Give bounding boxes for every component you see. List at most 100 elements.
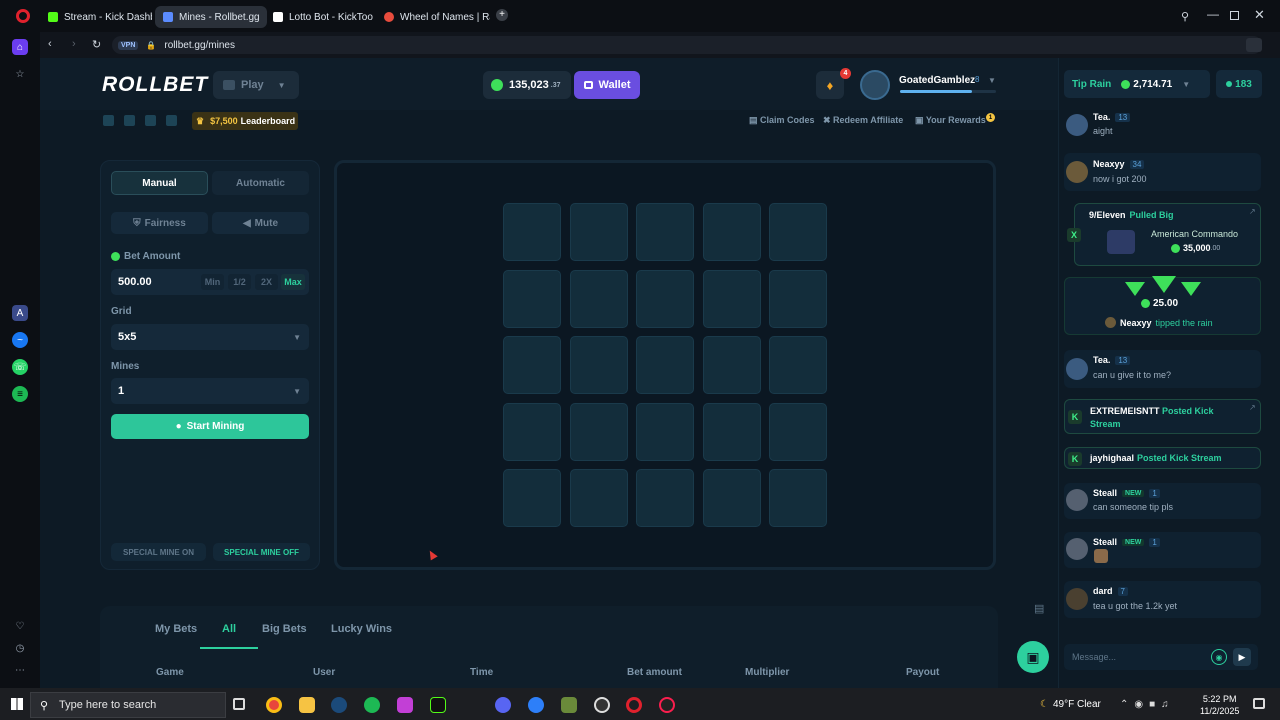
mine-tile[interactable] [769, 402, 827, 461]
back-icon[interactable]: ‹ [48, 38, 52, 50]
bet-half-button[interactable]: 1/2 [228, 274, 251, 290]
chat-message-input[interactable]: Message... [1064, 644, 1258, 670]
special-mine-on-button[interactable]: SPECIAL MINE ON [111, 543, 206, 561]
discord-icon[interactable] [103, 115, 114, 126]
chat-username[interactable]: Tea. [1093, 112, 1110, 122]
online-count[interactable]: 183 [1216, 70, 1262, 98]
star-icon[interactable]: ☆ [12, 66, 28, 82]
mine-tile[interactable] [569, 269, 628, 328]
url-field[interactable]: VPN 🔒 rollbet.gg/mines [112, 36, 1262, 54]
tab-mines-rollbet[interactable]: Mines - Rollbet.gg [155, 6, 267, 28]
balance-display[interactable]: 135,023 .37 [483, 71, 571, 99]
spotify-icon[interactable]: ≡ [12, 386, 28, 402]
system-tray-icons[interactable]: ⌃◉■♫ [1120, 699, 1175, 710]
mine-tile[interactable] [503, 336, 561, 394]
mine-tile[interactable] [769, 469, 827, 527]
taskbar-clock[interactable]: 5:22 PM 11/2/2025 [1200, 693, 1239, 717]
chat-username[interactable]: Steall [1093, 537, 1117, 547]
mine-tile[interactable] [569, 203, 628, 261]
external-link-icon[interactable]: ↗ [1249, 207, 1256, 216]
app-icon[interactable] [528, 697, 544, 713]
avatar[interactable] [1066, 538, 1088, 560]
username[interactable]: GoatedGamblez [899, 75, 975, 86]
mine-tile[interactable] [569, 469, 628, 527]
avatar[interactable] [1066, 161, 1088, 183]
bet-min-button[interactable]: Min [201, 274, 224, 290]
chat-bubble-icon[interactable]: ▤ [1034, 602, 1050, 616]
obs-icon[interactable] [594, 697, 610, 713]
chat-username[interactable]: Neaxyy [1093, 159, 1125, 169]
mute-button[interactable]: ◀ Mute [212, 212, 309, 234]
x-twitter-icon[interactable] [145, 115, 156, 126]
notification-center-icon[interactable] [1253, 698, 1265, 709]
wallet-button[interactable]: Wallet [574, 71, 640, 99]
send-icon[interactable]: ▶ [1233, 648, 1251, 666]
avatar[interactable] [1066, 114, 1088, 136]
big-win-card[interactable]: 9/Eleven Pulled Big American Commando 35… [1074, 203, 1261, 266]
kick-taskbar-icon[interactable] [430, 697, 446, 713]
app-icon[interactable] [561, 697, 577, 713]
task-view-icon[interactable] [233, 698, 245, 710]
your-rewards-link[interactable]: ▣ Your Rewards [915, 115, 986, 126]
rain-tipper-name[interactable]: Neaxyy [1120, 318, 1152, 328]
aria-icon[interactable]: A [12, 305, 28, 321]
mine-tile[interactable] [702, 469, 761, 527]
file-explorer-icon[interactable] [299, 697, 315, 713]
forward-icon[interactable]: › [72, 38, 76, 50]
home-icon[interactable]: ⌂ [12, 39, 28, 55]
mine-tile[interactable] [769, 203, 827, 261]
chat-username[interactable]: dard [1093, 586, 1113, 596]
mine-tile[interactable] [636, 269, 694, 328]
opera-logo-icon[interactable] [16, 9, 30, 23]
more-icon[interactable]: ⋯ [12, 662, 28, 678]
mine-tile[interactable] [569, 402, 628, 461]
fairness-button[interactable]: ⛨ Fairness [111, 212, 208, 234]
steam-icon[interactable] [331, 697, 347, 713]
tab-lotto-bot[interactable]: Lotto Bot - KickTools [265, 6, 373, 28]
opera-gx-icon[interactable] [659, 697, 675, 713]
spotify-taskbar-icon[interactable] [364, 697, 380, 713]
chat-username[interactable]: jayhighaal [1090, 453, 1134, 463]
reload-icon[interactable]: ↻ [92, 38, 101, 51]
mine-tile[interactable] [503, 469, 561, 527]
weather-widget[interactable]: ☾ 49°F Clear [1040, 699, 1101, 710]
extensions-icon[interactable] [1246, 38, 1262, 52]
windows-start-icon[interactable] [11, 698, 23, 710]
tab-wheel-of-names[interactable]: Wheel of Names | Random [376, 6, 490, 28]
mine-tile[interactable] [636, 469, 694, 527]
tab-big-bets[interactable]: Big Bets [262, 623, 307, 635]
close-window-icon[interactable]: ✕ [1254, 7, 1265, 23]
bet-max-button[interactable]: Max [281, 274, 305, 290]
chat-username[interactable]: 9/Eleven [1089, 210, 1126, 220]
mine-tile[interactable] [636, 402, 694, 461]
chat-username[interactable]: EXTREMEISNTT [1090, 406, 1160, 416]
tip-rain-button[interactable]: Tip Rain 2,714.71 ▼ [1064, 70, 1210, 98]
kick-stream-card[interactable]: K jayhighaal Posted Kick Stream [1064, 447, 1261, 469]
mine-tile[interactable] [702, 269, 761, 328]
start-mining-button[interactable]: ● Start Mining [111, 414, 309, 439]
claim-codes-link[interactable]: ▤ Claim Codes [749, 115, 815, 126]
tab-all[interactable]: All [222, 623, 236, 635]
mine-tile[interactable] [636, 336, 694, 394]
messenger-icon[interactable]: ~ [12, 332, 28, 348]
tab-lucky-wins[interactable]: Lucky Wins [331, 623, 392, 635]
taskbar-search-box[interactable]: Type here to search [30, 692, 226, 718]
app-icon[interactable] [397, 697, 413, 713]
opera-taskbar-icon[interactable] [626, 697, 642, 713]
tab-search-icon[interactable]: ⚲ [1181, 10, 1189, 23]
new-tab-button[interactable]: + [496, 9, 508, 21]
chat-username[interactable]: Steall [1093, 488, 1117, 498]
kick-stream-card[interactable]: K EXTREMEISNTT Posted Kick Stream ↗ [1064, 399, 1261, 434]
avatar[interactable] [1066, 489, 1088, 511]
user-menu-chevron-icon[interactable]: ▼ [988, 76, 996, 85]
rollbet-logo[interactable]: ROLLBET [102, 73, 208, 97]
mine-tile[interactable] [569, 336, 628, 394]
mine-tile[interactable] [702, 203, 761, 261]
history-icon[interactable]: ◷ [12, 640, 28, 656]
automatic-tab[interactable]: Automatic [212, 171, 309, 195]
chat-username[interactable]: Tea. [1093, 355, 1110, 365]
discord-taskbar-icon[interactable] [495, 697, 511, 713]
tab-kick-dashboard[interactable]: Stream - Kick Dashboard [40, 6, 152, 28]
tab-my-bets[interactable]: My Bets [155, 623, 197, 635]
redeem-affiliate-link[interactable]: ✖ Redeem Affiliate [823, 115, 903, 126]
